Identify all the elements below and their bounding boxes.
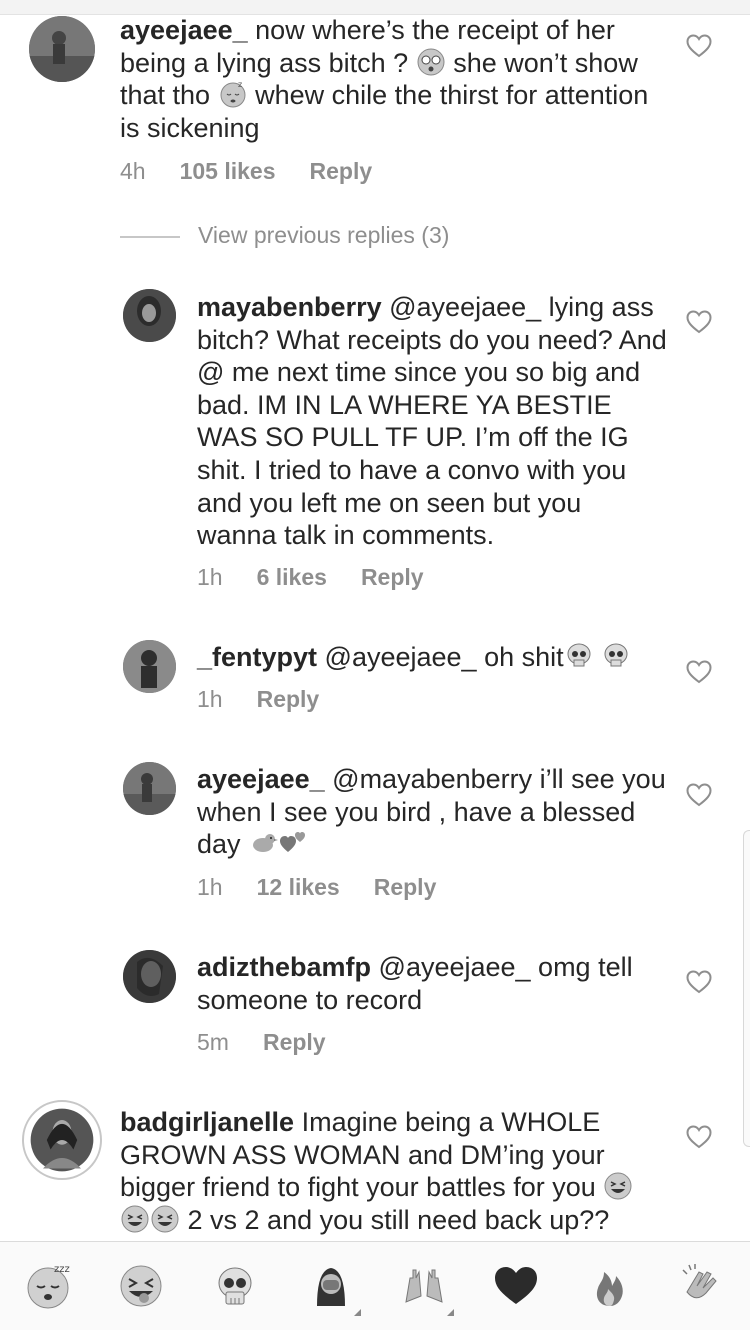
avatar[interactable] — [123, 640, 176, 693]
like-heart-icon[interactable] — [686, 34, 712, 58]
black-heart-icon[interactable] — [492, 1262, 540, 1310]
comment-meta: 1h 12 likes Reply — [197, 874, 470, 901]
like-heart-icon[interactable] — [686, 310, 712, 334]
avatar[interactable] — [22, 1100, 102, 1180]
comment-body: @ayeejaee_ oh shit — [324, 642, 564, 672]
likes-count[interactable]: 105 likes — [180, 158, 276, 184]
skin-tone-indicator — [354, 1309, 361, 1316]
timestamp: 1h — [197, 686, 223, 712]
like-heart-icon[interactable] — [686, 660, 712, 684]
bird-icon — [248, 828, 279, 858]
comment-text: mayabenberry @ayeejaee_ lying ass bitch?… — [197, 291, 667, 552]
two-hearts-icon — [278, 828, 308, 858]
scrollbar[interactable] — [743, 830, 750, 1147]
comment-meta: 4h 105 likes Reply — [120, 158, 406, 185]
emoji-quick-bar: zzz — [0, 1241, 750, 1330]
view-previous-replies-link[interactable]: View previous replies (3) — [120, 222, 449, 249]
fire-icon[interactable] — [586, 1262, 634, 1310]
username[interactable]: badgirljanelle — [120, 1107, 294, 1137]
username[interactable]: mayabenberry — [197, 292, 382, 322]
grinning-squinting-face-icon — [150, 1204, 180, 1234]
username[interactable]: ayeejaee_ — [120, 15, 248, 45]
reply-button[interactable]: Reply — [374, 874, 437, 900]
reply-button[interactable]: Reply — [257, 686, 320, 712]
reply-button[interactable]: Reply — [361, 564, 424, 590]
avatar[interactable] — [123, 950, 176, 1003]
comment-meta: 1h Reply — [197, 686, 353, 713]
svg-text:zzz: zzz — [54, 1264, 70, 1275]
comment-text: adizthebamfp @ayeejaee_ omg tell someone… — [197, 951, 667, 1016]
timestamp: 5m — [197, 1029, 229, 1055]
likes-count[interactable]: 6 likes — [257, 564, 327, 590]
grinning-squinting-face-icon — [120, 1204, 150, 1234]
skull-icon — [564, 641, 594, 671]
comment-body-part: 2 vs 2 and you still need back up?? — [187, 1204, 610, 1235]
like-heart-icon[interactable] — [686, 1125, 712, 1149]
username[interactable]: adizthebamfp — [197, 952, 371, 982]
sleeping-face-icon: z — [218, 79, 248, 109]
comment-meta: 5m Reply — [197, 1029, 360, 1056]
skull-icon — [601, 641, 631, 671]
grinning-squinting-face-icon — [603, 1171, 633, 1201]
like-heart-icon[interactable] — [686, 970, 712, 994]
squinting-tongue-face-icon[interactable] — [117, 1262, 165, 1310]
face-with-spiral-eyes-icon — [416, 47, 446, 77]
like-heart-icon[interactable] — [686, 783, 712, 807]
svg-text:z: z — [238, 80, 242, 89]
clapping-hands-icon[interactable] — [679, 1262, 727, 1310]
comment-text: _fentypyt @ayeejaee_ oh shit — [197, 641, 667, 674]
timestamp: 1h — [197, 564, 223, 590]
reply-button[interactable]: Reply — [263, 1029, 326, 1055]
avatar[interactable] — [123, 762, 176, 815]
likes-count[interactable]: 12 likes — [257, 874, 340, 900]
comment-body: @ayeejaee_ lying ass bitch? What receipt… — [197, 292, 667, 551]
timestamp: 4h — [120, 158, 146, 184]
view-previous-label[interactable]: View previous replies (3) — [198, 222, 449, 248]
divider — [120, 236, 180, 238]
avatar[interactable] — [29, 16, 95, 82]
comment-meta: 1h 6 likes Reply — [197, 564, 458, 591]
facepalm-icon[interactable] — [307, 1262, 361, 1316]
top-edge — [0, 0, 750, 15]
raising-hands-icon[interactable] — [400, 1262, 454, 1316]
comment-text: ayeejaee_ @mayabenberry i’ll see you whe… — [197, 763, 667, 861]
sleeping-face-icon[interactable]: zzz — [24, 1262, 72, 1310]
username[interactable]: _fentypyt — [197, 642, 317, 672]
reply-button[interactable]: Reply — [310, 158, 373, 184]
skull-icon[interactable] — [211, 1262, 259, 1310]
username[interactable]: ayeejaee_ — [197, 764, 325, 794]
timestamp: 1h — [197, 874, 223, 900]
comment-text: badgirljanelle Imagine being a WHOLE GRO… — [120, 1106, 665, 1236]
skin-tone-indicator — [447, 1309, 454, 1316]
comment-text: ayeejaee_ now where’s the receipt of her… — [120, 14, 660, 144]
avatar[interactable] — [123, 289, 176, 342]
